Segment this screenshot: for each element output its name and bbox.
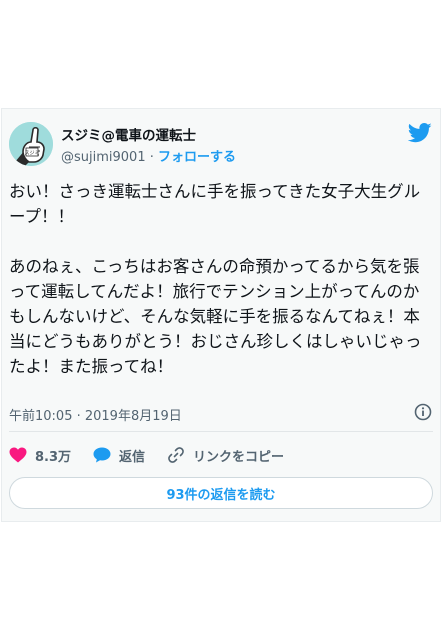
action-bar: 8.3万 返信 リンクをコピー <box>9 445 306 465</box>
avatar[interactable]: スジミ <box>9 122 53 166</box>
copy-link-button[interactable]: リンクをコピー <box>167 446 284 465</box>
reply-label: 返信 <box>119 449 146 465</box>
separator-dot: · <box>149 150 154 165</box>
tweet-card: スジミ スジミ@電車の運転士 @sujimi9001 · フォローする おい！さ… <box>1 108 441 522</box>
reply-button[interactable]: 返信 <box>93 446 145 465</box>
info-icon[interactable] <box>414 403 432 421</box>
pointing-hand-icon: スジミ <box>9 122 53 166</box>
follow-button[interactable]: フォローする <box>158 150 236 165</box>
copy-link-label: リンクをコピー <box>193 449 285 465</box>
author-name[interactable]: スジミ@電車の運転士 <box>61 124 196 144</box>
handle-row: @sujimi9001 · フォローする <box>61 146 236 165</box>
reply-bubble-icon <box>93 447 111 463</box>
link-icon <box>168 447 184 463</box>
divider <box>9 431 433 432</box>
like-count: 8.3万 <box>35 449 72 465</box>
read-replies-button[interactable]: 93件の返信を読む <box>9 477 433 509</box>
avatar-badge-text: スジミ <box>24 151 39 157</box>
twitter-bird-icon[interactable] <box>408 123 432 143</box>
tweet-timestamp[interactable]: 午前10:05 · 2019年8月19日 <box>9 405 182 424</box>
author-handle[interactable]: @sujimi9001 <box>61 150 146 165</box>
heart-icon <box>9 447 27 463</box>
tweet-text: おい！さっき運転士さんに手を振ってきた女子大生グループ！！ あのねぇ、こっちはお… <box>9 182 422 376</box>
like-button[interactable]: 8.3万 <box>9 446 71 465</box>
